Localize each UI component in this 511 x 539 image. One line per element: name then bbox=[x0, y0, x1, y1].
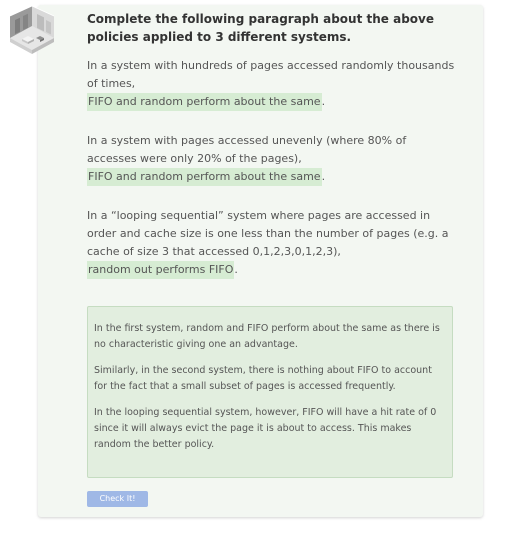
paragraph-3-suffix: . bbox=[234, 263, 238, 276]
check-it-button[interactable]: Check It! bbox=[87, 491, 148, 507]
paragraph-2: In a system with pages accessed unevenly… bbox=[87, 132, 457, 186]
page: Complete the following paragraph about t… bbox=[0, 0, 511, 539]
explanation-paragraph-1: In the first system, random and FIFO per… bbox=[94, 323, 440, 350]
paragraph-1-prompt: In a system with hundreds of pages acces… bbox=[87, 59, 455, 90]
explanation-paragraph-2: Similarly, in the second system, there i… bbox=[94, 365, 432, 392]
paragraph-3-prompt: In a “looping sequential” system where p… bbox=[87, 209, 449, 258]
paragraph-1: In a system with hundreds of pages acces… bbox=[87, 57, 457, 111]
paragraph-1-suffix: . bbox=[321, 95, 326, 108]
paragraph-2-answer[interactable]: FIFO and random perform about the same bbox=[87, 168, 322, 186]
explanation-paragraph-3: In the looping sequential system, howeve… bbox=[94, 407, 437, 450]
paragraph-3-answer[interactable]: random out performs FIFO bbox=[87, 261, 235, 279]
isometric-room-icon bbox=[6, 4, 58, 56]
paragraph-3: In a “looping sequential” system where p… bbox=[87, 207, 457, 279]
paragraph-1-answer[interactable]: FIFO and random perform about the same bbox=[87, 93, 322, 111]
paragraph-2-prompt: In a system with pages accessed unevenly… bbox=[87, 134, 407, 165]
exercise-card: Complete the following paragraph about t… bbox=[38, 5, 483, 517]
explanation-box: In the first system, random and FIFO per… bbox=[87, 306, 453, 478]
exercise-title: Complete the following paragraph about t… bbox=[87, 12, 434, 44]
paragraph-2-suffix: . bbox=[321, 170, 326, 183]
